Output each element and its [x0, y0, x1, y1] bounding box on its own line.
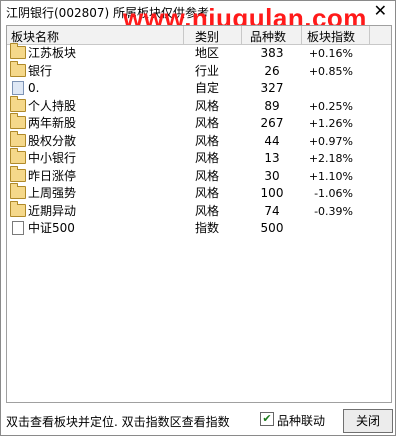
table-row[interactable]: 近期异动 风格 74 -0.39% [7, 200, 391, 221]
table-row[interactable]: 个人持股 风格 89 +0.25% [7, 95, 391, 116]
sector-name: 昨日涨停 [28, 168, 77, 183]
table-row[interactable]: 银行 行业 26 +0.85% [7, 60, 391, 81]
table-row[interactable]: 股权分散 风格 44 +0.97% [7, 130, 391, 151]
status-bar: 双击查看板块并定位. 双击指数区查看指数 [1, 405, 395, 435]
table-header: 板块名称 类别 品种数 板块指数 [7, 26, 391, 45]
sector-name-cell: 近期异动 [10, 200, 77, 221]
column-divider[interactable] [369, 26, 370, 44]
sector-index-cell: +1.10% [308, 169, 353, 183]
column-divider[interactable] [183, 26, 184, 44]
dialog-window: 江阴银行(002807) 所属板块仅供参考 ✕ www.niugulan.com… [0, 0, 396, 436]
stock-count-cell: 13 [264, 151, 280, 165]
sector-name: 中证500 [28, 221, 75, 235]
table-row[interactable]: 两年新股 风格 267 +1.26% [7, 113, 391, 133]
sector-list-panel: 板块名称 类别 品种数 板块指数 江苏板块 地区 383 +0.16% 银行 行业 26 +0… [6, 25, 392, 403]
sector-name: 银行 [28, 63, 53, 78]
folder-icon [10, 148, 26, 164]
status-hint-text: 双击查看板块并定位. 双击指数区查看指数 [6, 415, 230, 429]
stock-count-cell: 100 [260, 186, 284, 200]
sector-index-cell: +0.25% [308, 99, 353, 113]
sector-name: 股权分散 [28, 133, 77, 148]
sector-index-cell: +2.18% [308, 152, 353, 165]
sector-name: 0. [28, 81, 40, 95]
check-icon: ✔ [262, 412, 272, 425]
folder-icon [10, 43, 26, 59]
close-icon[interactable]: ✕ [374, 2, 387, 20]
sector-name: 两年新股 [28, 116, 77, 130]
folder-icon [10, 113, 26, 129]
file-blue-icon [12, 80, 24, 95]
stock-count-cell: 89 [264, 98, 280, 113]
sector-name-cell: 两年新股 [10, 113, 77, 133]
sector-index-cell: -1.06% [314, 187, 353, 200]
stock-count-cell: 383 [260, 46, 284, 60]
column-header-count[interactable]: 品种数 [250, 28, 286, 45]
column-divider[interactable] [301, 26, 302, 44]
stock-count-cell: 26 [264, 63, 280, 78]
sector-name-cell: 个人持股 [10, 95, 77, 116]
table-row[interactable]: 江苏板块 地区 383 +0.16% [7, 43, 391, 63]
sector-type-cell: 指数 [195, 221, 220, 235]
sector-index-cell: +1.26% [308, 117, 353, 130]
table-row[interactable]: 0. 自定 327 [7, 80, 391, 98]
stock-count-cell: 44 [264, 133, 280, 148]
sector-type-cell: 风格 [195, 186, 220, 200]
sector-type-cell: 风格 [195, 168, 220, 183]
sector-type-cell: 风格 [195, 98, 220, 113]
stock-count-cell: 327 [260, 81, 284, 95]
linkage-checkbox-label[interactable]: 品种联动 [277, 412, 325, 429]
sector-name-cell: 中小银行 [10, 148, 77, 168]
column-divider[interactable] [241, 26, 242, 44]
sector-name: 近期异动 [28, 203, 77, 218]
sector-index-cell: +0.16% [308, 47, 353, 60]
table-row[interactable]: 中证500 指数 500 [7, 220, 391, 238]
linkage-checkbox[interactable]: ✔ [260, 412, 274, 426]
sector-name: 个人持股 [28, 98, 77, 113]
stock-count-cell: 500 [260, 221, 284, 235]
stock-count-cell: 267 [260, 116, 284, 130]
stock-count-cell: 30 [264, 168, 280, 183]
folder-icon [10, 95, 26, 112]
column-header-type[interactable]: 类别 [195, 28, 219, 45]
close-button[interactable]: 关闭 [343, 409, 393, 433]
sector-name-cell: 银行 [10, 60, 53, 81]
sector-name-cell: 股权分散 [10, 130, 77, 151]
folder-icon [10, 60, 26, 77]
table-row[interactable]: 昨日涨停 风格 30 +1.10% [7, 165, 391, 186]
sector-type-cell: 自定 [195, 81, 220, 95]
sector-name-cell: 江苏板块 [10, 43, 77, 63]
sector-name: 上周强势 [28, 186, 77, 200]
folder-icon [10, 183, 26, 199]
sector-name: 中小银行 [28, 151, 77, 165]
table-row[interactable]: 上周强势 风格 100 -1.06% [7, 183, 391, 203]
stock-count-cell: 74 [264, 203, 280, 218]
sector-name-cell: 0. [10, 80, 39, 98]
sector-index-cell: -0.39% [314, 204, 353, 218]
folder-icon [10, 200, 26, 217]
sector-name: 江苏板块 [28, 46, 77, 60]
sector-type-cell: 风格 [195, 133, 220, 148]
table-row[interactable]: 中小银行 风格 13 +2.18% [7, 148, 391, 168]
sector-type-cell: 风格 [195, 151, 220, 165]
column-header-name[interactable]: 板块名称 [11, 28, 59, 45]
sector-index-cell: +0.85% [308, 64, 353, 78]
sector-type-cell: 风格 [195, 116, 220, 130]
sector-name-cell: 上周强势 [10, 183, 77, 203]
file-icon [12, 220, 24, 235]
folder-icon [10, 165, 26, 182]
sector-name-cell: 中证500 [10, 220, 75, 238]
sector-type-cell: 风格 [195, 203, 220, 218]
column-header-index[interactable]: 板块指数 [307, 28, 355, 45]
sector-type-cell: 行业 [195, 63, 220, 78]
sector-type-cell: 地区 [195, 46, 220, 60]
sector-table-body: 江苏板块 地区 383 +0.16% 银行 行业 26 +0.85% 0. 自定 327 个人持股 风格… [7, 43, 391, 238]
sector-index-cell: +0.97% [308, 134, 353, 148]
folder-icon [10, 130, 26, 147]
sector-name-cell: 昨日涨停 [10, 165, 77, 186]
